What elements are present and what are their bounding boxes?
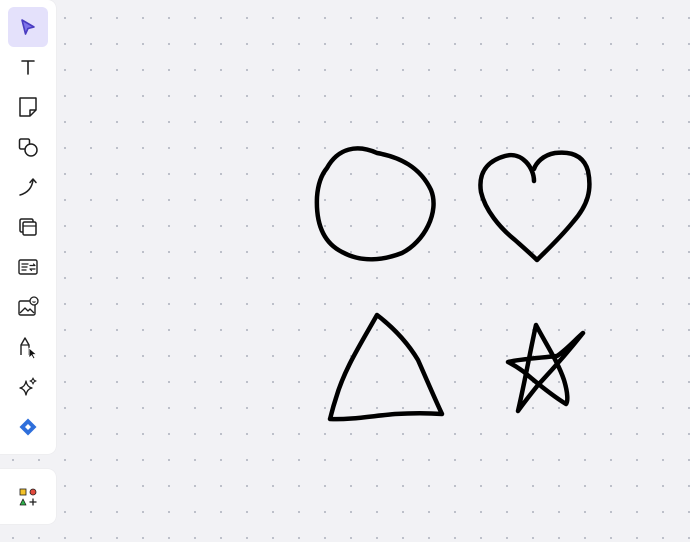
triangle-drawing[interactable] <box>327 312 445 422</box>
heart-drawing[interactable] <box>478 150 592 263</box>
circle-drawing[interactable] <box>314 146 436 262</box>
star-drawing[interactable] <box>505 322 586 414</box>
drawing-canvas[interactable] <box>0 0 690 542</box>
